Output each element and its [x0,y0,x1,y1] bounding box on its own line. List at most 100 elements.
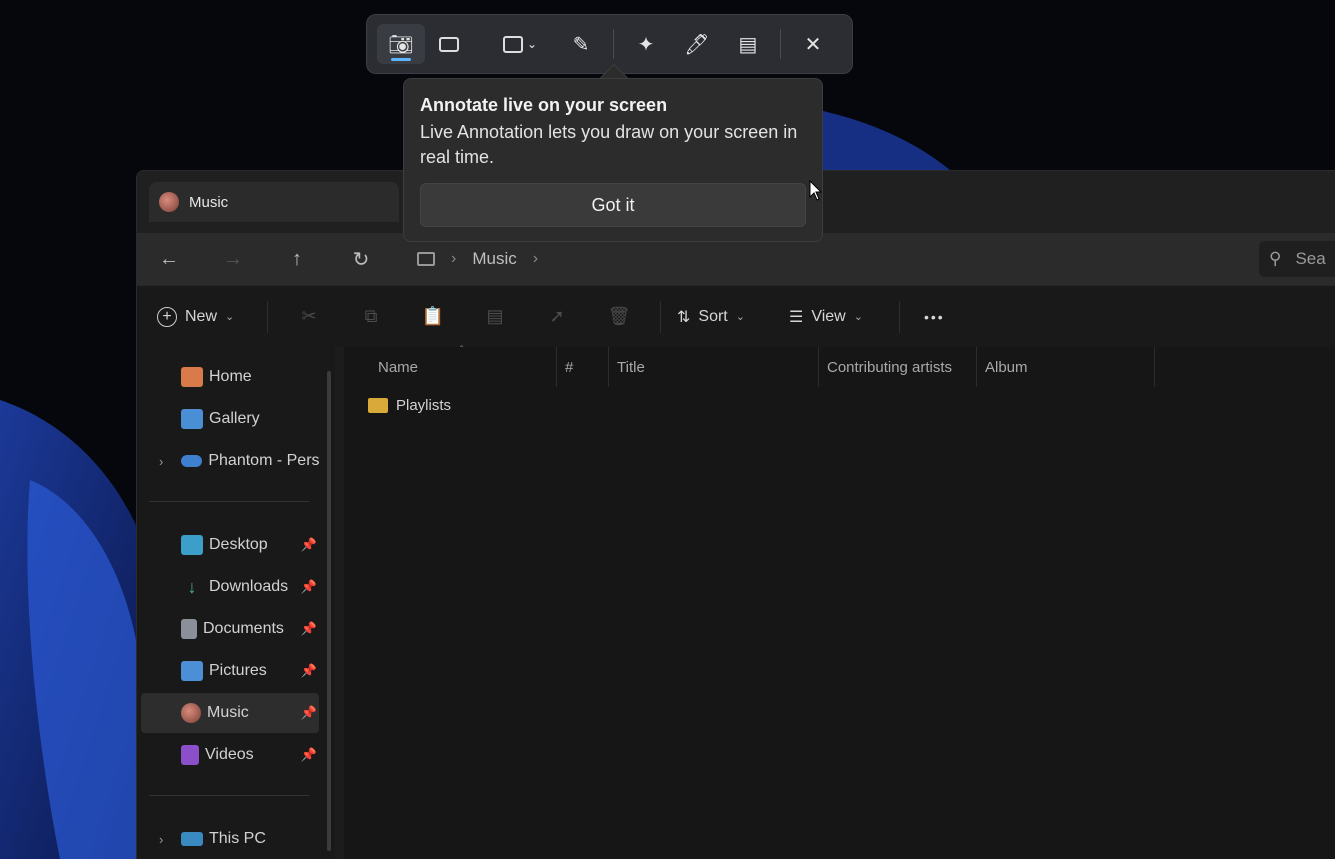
home-icon [181,367,203,387]
column-title-label: Title [617,358,645,376]
sidebar-item-label: Gallery [209,410,260,427]
sidebar-item-this-pc[interactable]: › This PC [141,819,319,859]
rename-icon: ▤ [486,306,504,326]
more-options-button[interactable]: ••• [924,309,945,325]
chevron-down-icon: ⌄ [225,311,235,323]
desktop-icon [181,535,203,555]
sidebar-item-label: This PC [209,830,266,847]
sort-label: Sort [698,307,728,325]
ocr-button[interactable]: ▤ [724,24,772,64]
screenshot-mode-button[interactable]: 📷︎ [377,24,425,64]
pin-icon[interactable]: 📌 [301,705,317,721]
refresh-icon: ↻ [352,248,370,271]
share-button[interactable]: ➚ [526,306,588,327]
search-icon: ⚲ [1269,249,1282,268]
sidebar-item-pictures[interactable]: Pictures 📌 [141,651,319,691]
sort-button[interactable]: ⇅ Sort ⌄ [677,307,777,327]
download-arrow-icon: ↓ [187,577,197,597]
chevron-right-icon[interactable]: › [159,832,163,847]
sidebar-scrollbar[interactable] [327,371,331,851]
column-album[interactable]: Album [977,347,1155,387]
rename-button[interactable]: ▤ [464,306,526,327]
column-number-label: # [565,358,574,376]
new-button[interactable]: + New ⌄ [157,306,257,327]
view-label: View [811,307,846,325]
delete-button[interactable]: 🗑 [588,306,650,327]
search-input[interactable]: ⚲ Sea [1259,241,1335,277]
video-icon [439,36,459,52]
cut-button[interactable]: ✂ [278,306,340,327]
toolbar-divider [660,300,661,333]
document-icon [181,619,197,639]
toolbar-divider [613,29,614,59]
sidebar-item-label: Phantom - Persc [208,452,319,469]
sidebar-item-onedrive[interactable]: › Phantom - Persc [141,441,319,481]
pin-icon[interactable]: 📌 [301,537,317,553]
pictures-icon [181,661,203,681]
live-annotation-button[interactable]: 🖊︎ [670,24,724,64]
sidebar-item-label: Videos [205,746,254,763]
share-icon: ➚ [549,306,565,326]
view-button[interactable]: ☰ View ⌄ [789,307,889,327]
active-indicator [391,58,411,61]
breadcrumb-music[interactable]: Music [472,249,516,269]
list-item[interactable]: Playlists [368,397,451,414]
music-folder-icon [159,192,179,212]
sidebar-item-desktop[interactable]: Desktop 📌 [141,525,319,565]
refresh-button[interactable]: ↻ [329,239,393,279]
paste-button[interactable]: 📋 [402,306,464,327]
chevron-right-icon: › [532,250,539,267]
sidebar-item-downloads[interactable]: ↓ Downloads 📌 [141,567,319,607]
edit-button[interactable]: ✎ [557,24,605,64]
pin-icon[interactable]: 📌 [301,621,317,637]
ocr-icon: ▤ [738,33,758,56]
chevron-down-icon: ⌄ [526,37,538,51]
back-button[interactable]: ← [137,239,201,279]
video-mode-button[interactable] [425,24,473,64]
tab-music[interactable]: Music [149,182,399,222]
back-arrow-icon: ← [159,247,179,270]
snip-shape-dropdown[interactable]: ⌄ [489,24,551,64]
sidebar-item-label: Home [209,368,252,385]
column-artists-label: Contributing artists [827,358,953,376]
column-name[interactable]: Name ˆ [344,345,557,387]
up-button[interactable]: ↑ [265,239,329,279]
file-list: Name ˆ # Title Contributing artists Albu… [344,345,1335,859]
sidebar-item-gallery[interactable]: Gallery [141,399,319,439]
chevron-right-icon[interactable]: › [159,454,163,469]
pin-icon[interactable]: 📌 [301,747,317,763]
sparkle-frame-icon: ✦ [637,33,655,56]
chevron-down-icon: ⌄ [853,311,863,323]
sidebar-divider [149,501,309,502]
sidebar-item-music[interactable]: Music 📌 [141,693,319,733]
rectangle-icon [502,35,523,53]
file-explorer-window: Music ← → ↑ ↻ › Music › ⚲ Sea + New ⌄ ✂ … [136,170,1335,859]
forward-button[interactable]: → [201,239,265,279]
close-button[interactable]: ✕ [789,24,837,64]
column-number[interactable]: # [557,347,609,387]
edit-image-icon: ✎ [572,33,590,56]
pin-icon[interactable]: 📌 [301,663,317,679]
got-it-button[interactable]: Got it [420,183,806,227]
mouse-cursor [809,180,823,201]
camera-icon: 📷︎ [388,33,414,56]
tab-title: Music [189,193,229,211]
breadcrumb[interactable]: › Music › [407,241,1227,277]
sort-caret-icon: ˆ [460,345,464,356]
chevron-right-icon: › [451,250,457,267]
copy-button[interactable]: ⧉ [340,306,402,327]
navigation-pane: Home Gallery › Phantom - Persc Desktop 📌… [137,347,335,859]
music-icon [181,703,201,723]
pen-icon: 🖊︎ [684,33,710,56]
column-contributing-artists[interactable]: Contributing artists [819,347,977,387]
sidebar-item-home[interactable]: Home [141,357,319,397]
teaching-tip-body: Live Annotation lets you draw on your sc… [420,122,798,167]
column-title[interactable]: Title [609,347,819,387]
column-name-label: Name [378,358,419,376]
monitor-icon [417,252,435,266]
text-actions-button[interactable]: ✦ [622,24,670,64]
sidebar-item-documents[interactable]: Documents 📌 [141,609,319,649]
sidebar-item-videos[interactable]: Videos 📌 [141,735,319,775]
clipboard-icon: 📋 [421,306,445,326]
pin-icon[interactable]: 📌 [301,579,317,595]
